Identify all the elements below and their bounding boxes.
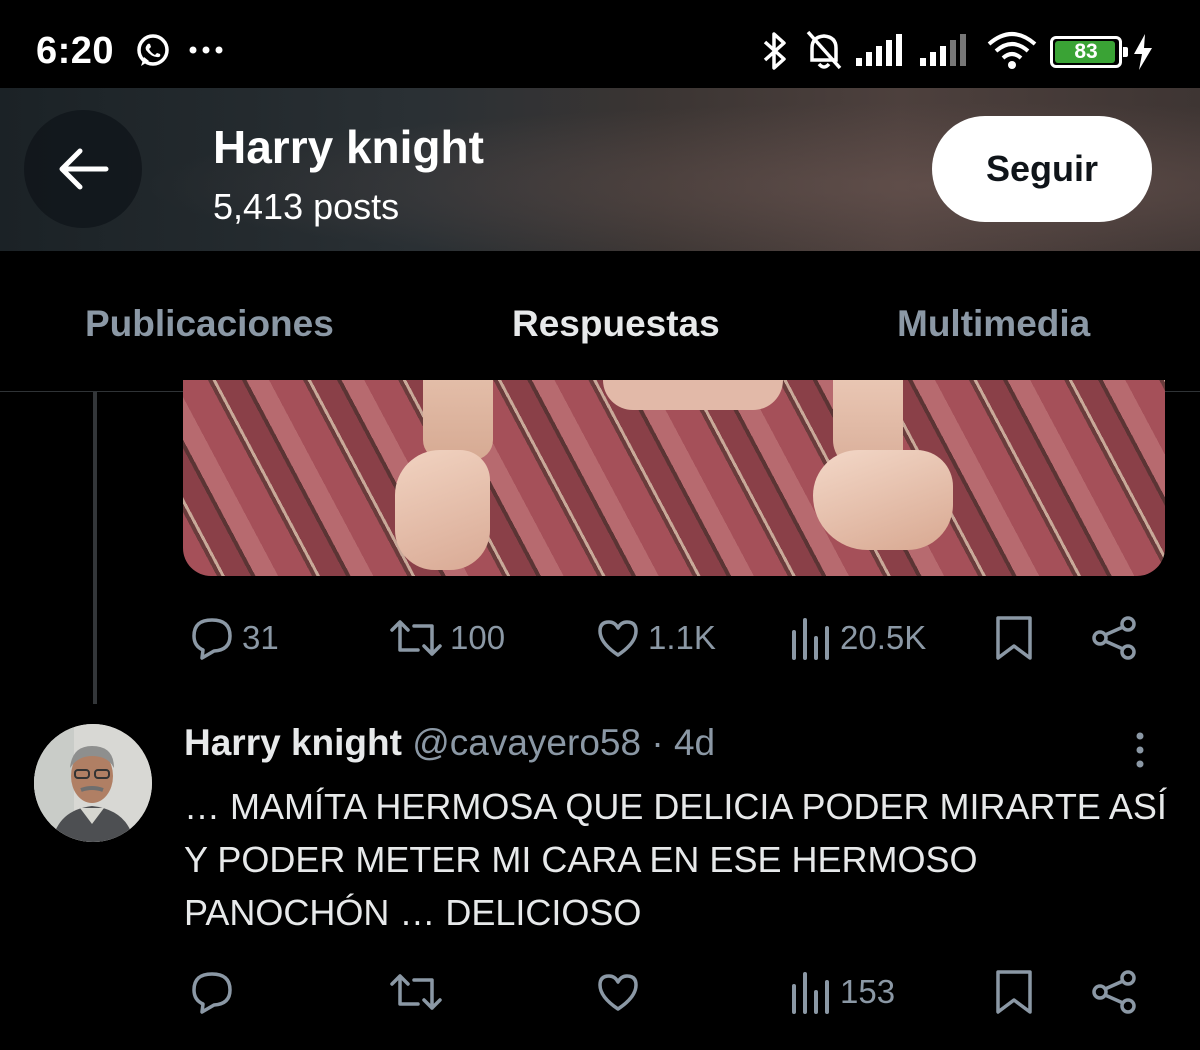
signal-icon bbox=[920, 34, 966, 66]
views-chart-icon bbox=[792, 618, 829, 660]
repost-icon bbox=[390, 620, 442, 656]
follow-button[interactable]: Seguir bbox=[932, 116, 1152, 222]
reply-icon bbox=[192, 972, 232, 1014]
tweet-text: … MAMÍTA HERMOSA QUE DELICIA PODER MIRAR… bbox=[184, 786, 1167, 933]
battery-icon: 83 bbox=[1050, 36, 1128, 68]
more-notifications-icon bbox=[189, 46, 223, 54]
bookmark-icon bbox=[996, 970, 1032, 1014]
more-options-icon[interactable] bbox=[1130, 730, 1150, 770]
heart-icon bbox=[598, 974, 638, 1011]
post-count: 5,413 posts bbox=[213, 186, 400, 227]
status-bar: 6:20 83 bbox=[0, 0, 1200, 90]
view-count: 20.5K bbox=[840, 619, 927, 656]
repost-count: 100 bbox=[450, 619, 506, 656]
bookmark-button[interactable] bbox=[992, 962, 1036, 1022]
bookmark-button[interactable] bbox=[992, 608, 1036, 668]
repost-icon bbox=[390, 974, 442, 1010]
foot-shape bbox=[813, 450, 953, 550]
wifi-icon bbox=[987, 32, 1037, 69]
profile-name: Harry knight bbox=[213, 121, 484, 173]
heart-icon bbox=[598, 620, 638, 657]
share-button[interactable] bbox=[1090, 608, 1138, 668]
reply-icon bbox=[192, 618, 232, 660]
view-count: 153 bbox=[840, 973, 896, 1010]
foot-shape bbox=[395, 450, 490, 570]
share-button[interactable] bbox=[1090, 962, 1138, 1022]
tab-respuestas[interactable]: Respuestas bbox=[512, 303, 720, 345]
tweet-header: Harry knight @cavayero58 · 4d bbox=[184, 722, 715, 764]
like-button[interactable] bbox=[594, 962, 642, 1022]
mute-bell-icon bbox=[806, 30, 842, 70]
tab-multimedia[interactable]: Multimedia bbox=[897, 303, 1090, 345]
profile-header: Harry knight 5,413 posts Seguir bbox=[0, 88, 1200, 251]
post-actions: 153 bbox=[0, 962, 1200, 1022]
repost-button[interactable] bbox=[388, 962, 444, 1022]
signal-icon bbox=[856, 34, 902, 66]
post-media-image[interactable] bbox=[183, 380, 1165, 576]
post-actions: 31 100 1.1K 20.5K bbox=[0, 608, 1200, 668]
avatar[interactable] bbox=[34, 724, 152, 842]
views-button[interactable]: 153 bbox=[790, 962, 895, 1022]
profile-tabs: Publicaciones Respuestas Multimedia bbox=[0, 251, 1200, 392]
author-handle-time[interactable]: @cavayero58 · 4d bbox=[412, 722, 715, 763]
reply-button[interactable]: 31 bbox=[188, 608, 279, 668]
repost-button[interactable]: 100 bbox=[388, 608, 505, 668]
share-icon bbox=[1092, 970, 1136, 1014]
like-button[interactable]: 1.1K bbox=[594, 608, 716, 668]
arrow-left-icon bbox=[59, 148, 109, 190]
reply-count: 31 bbox=[242, 619, 279, 656]
battery-level: 83 bbox=[1074, 40, 1098, 63]
whatsapp-icon bbox=[137, 34, 169, 66]
views-chart-icon bbox=[792, 972, 829, 1014]
status-time: 6:20 bbox=[36, 30, 115, 72]
charging-icon bbox=[1134, 34, 1152, 70]
bluetooth-icon bbox=[763, 32, 786, 70]
tab-publicaciones[interactable]: Publicaciones bbox=[85, 303, 334, 345]
share-icon bbox=[1092, 616, 1136, 660]
reply-button[interactable] bbox=[188, 962, 236, 1022]
bookmark-icon bbox=[996, 616, 1032, 660]
back-button[interactable] bbox=[24, 110, 142, 228]
author-name[interactable]: Harry knight bbox=[184, 722, 402, 763]
views-button[interactable]: 20.5K bbox=[790, 608, 926, 668]
like-count: 1.1K bbox=[648, 619, 716, 656]
